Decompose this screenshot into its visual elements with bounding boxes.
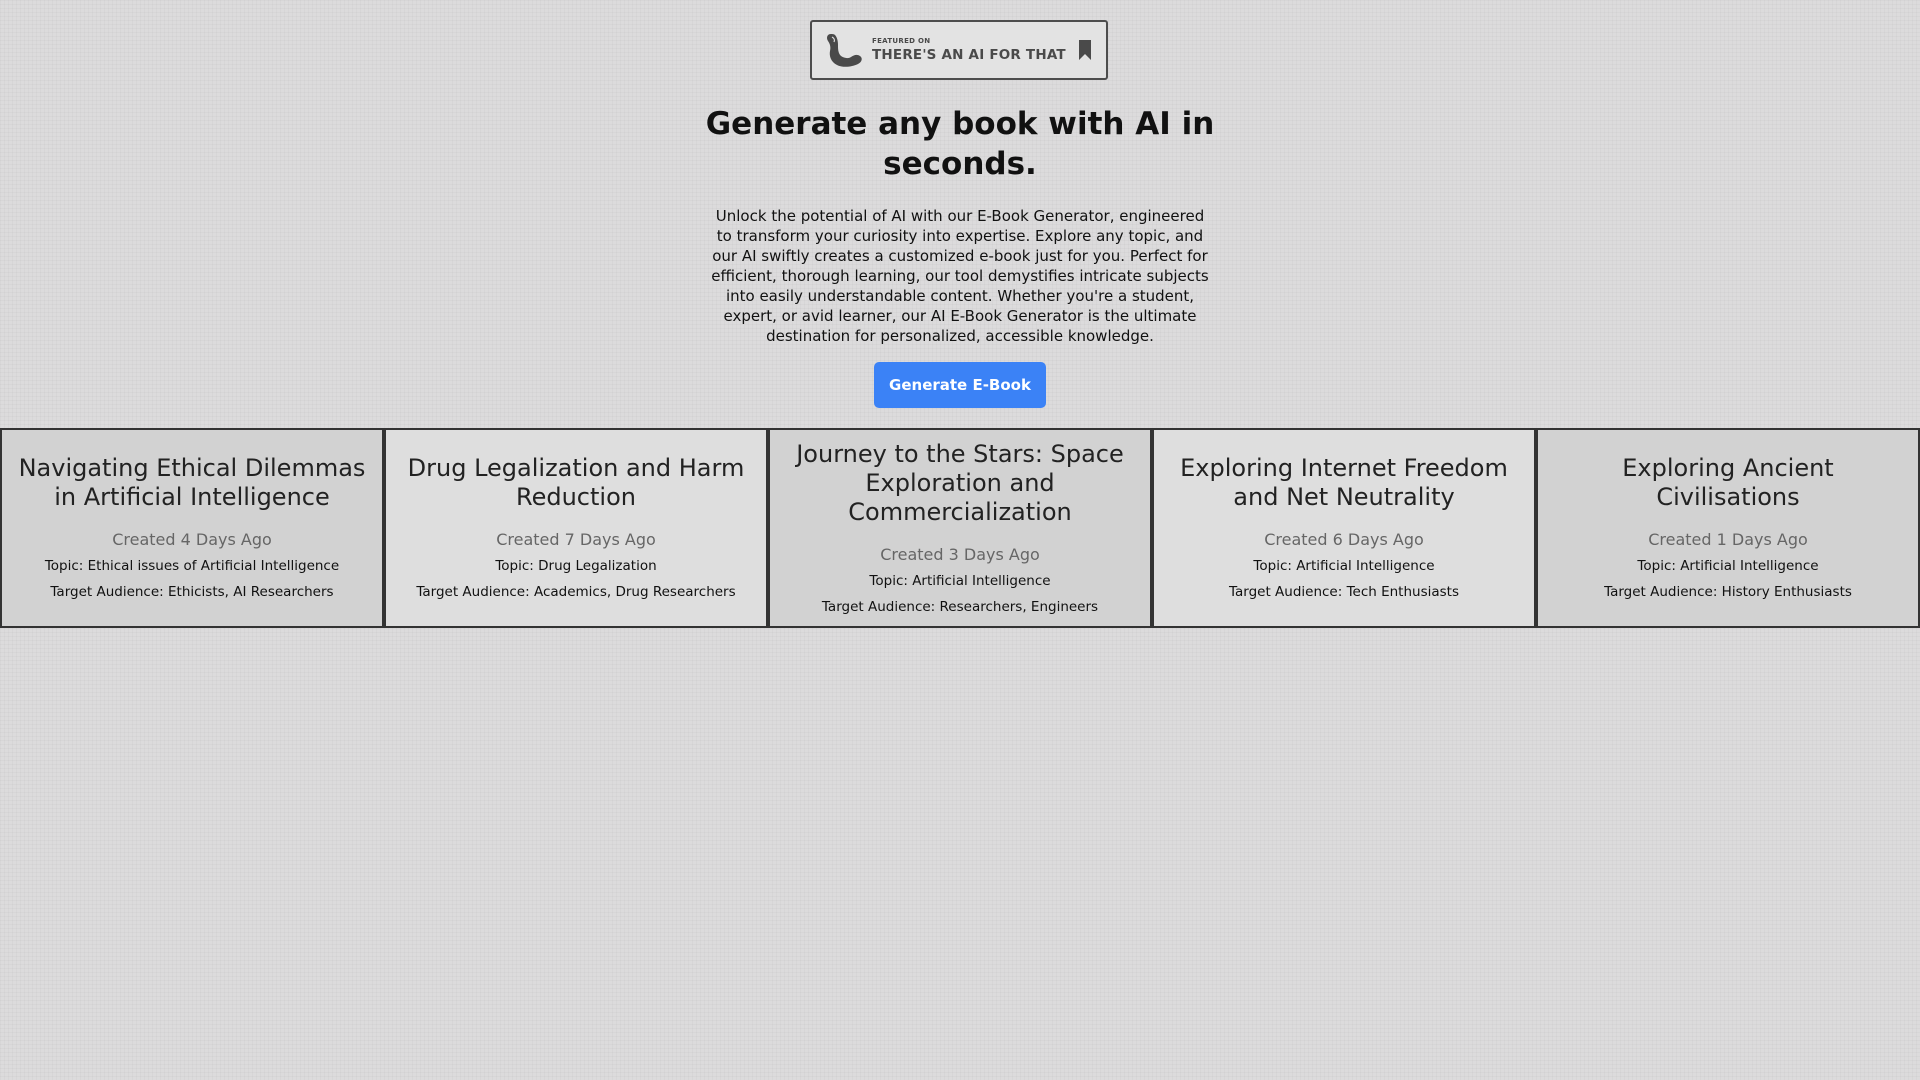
book-topic: Topic: Artificial Intelligence [869, 572, 1051, 589]
bookmark-icon [1079, 40, 1091, 60]
book-created-date: Created 6 Days Ago [1264, 530, 1424, 549]
badge-text: FEATURED ON THERE'S AN AI FOR THAT [872, 36, 1078, 63]
badge-site-name: THERE'S AN AI FOR THAT [872, 46, 1066, 63]
book-title: Exploring Ancient Civilisations [1622, 454, 1834, 511]
book-topic: Topic: Drug Legalization [495, 558, 657, 574]
book-target-audience: Target Audience: History Enthusiasts [1604, 584, 1852, 600]
book-card[interactable]: Journey to the Stars: Space Exploration … [768, 428, 1152, 628]
featured-badge-link[interactable]: FEATURED ON THERE'S AN AI FOR THAT [810, 20, 1108, 80]
muscle-arm-icon [827, 34, 862, 67]
book-card[interactable]: Exploring Ancient Civilisations Created … [1536, 428, 1920, 628]
book-card-list: Navigating Ethical Dilemmas in Artificia… [0, 428, 1920, 628]
generate-ebook-button[interactable]: Generate E-Book [874, 362, 1046, 408]
page-description: Unlock the potential of AI with our E-Bo… [711, 207, 1209, 345]
book-card[interactable]: Exploring Internet Freedom and Net Neutr… [1152, 428, 1536, 628]
book-created-date: Created 7 Days Ago [496, 530, 656, 549]
book-title: Exploring Internet Freedom and Net Neutr… [1180, 454, 1508, 511]
book-topic: Topic: Artificial Intelligence [1637, 558, 1819, 574]
book-target-audience: Target Audience: Researchers, Engineers [821, 598, 1099, 615]
book-card[interactable]: Navigating Ethical Dilemmas in Artificia… [0, 428, 384, 628]
book-title: Navigating Ethical Dilemmas in Artificia… [18, 454, 366, 511]
page-title: Generate any book with AI in seconds. [705, 106, 1215, 182]
book-created-date: Created 4 Days Ago [112, 530, 272, 549]
book-card[interactable]: Drug Legalization and Harm Reduction Cre… [384, 428, 768, 628]
book-target-audience: Target Audience: Tech Enthusiasts [1228, 584, 1460, 600]
book-title: Drug Legalization and Harm Reduction [407, 454, 745, 511]
book-created-date: Created 1 Days Ago [1648, 530, 1808, 549]
book-target-audience: Target Audience: Academics, Drug Researc… [416, 584, 736, 600]
book-target-audience: Target Audience: Ethicists, AI Researche… [50, 584, 334, 600]
book-title: Journey to the Stars: Space Exploration … [796, 439, 1124, 526]
book-topic: Topic: Artificial Intelligence [1253, 558, 1435, 574]
badge-featured-label: FEATURED ON [872, 36, 931, 45]
book-created-date: Created 3 Days Ago [880, 544, 1040, 564]
book-topic: Topic: Ethical issues of Artificial Inte… [44, 558, 340, 574]
